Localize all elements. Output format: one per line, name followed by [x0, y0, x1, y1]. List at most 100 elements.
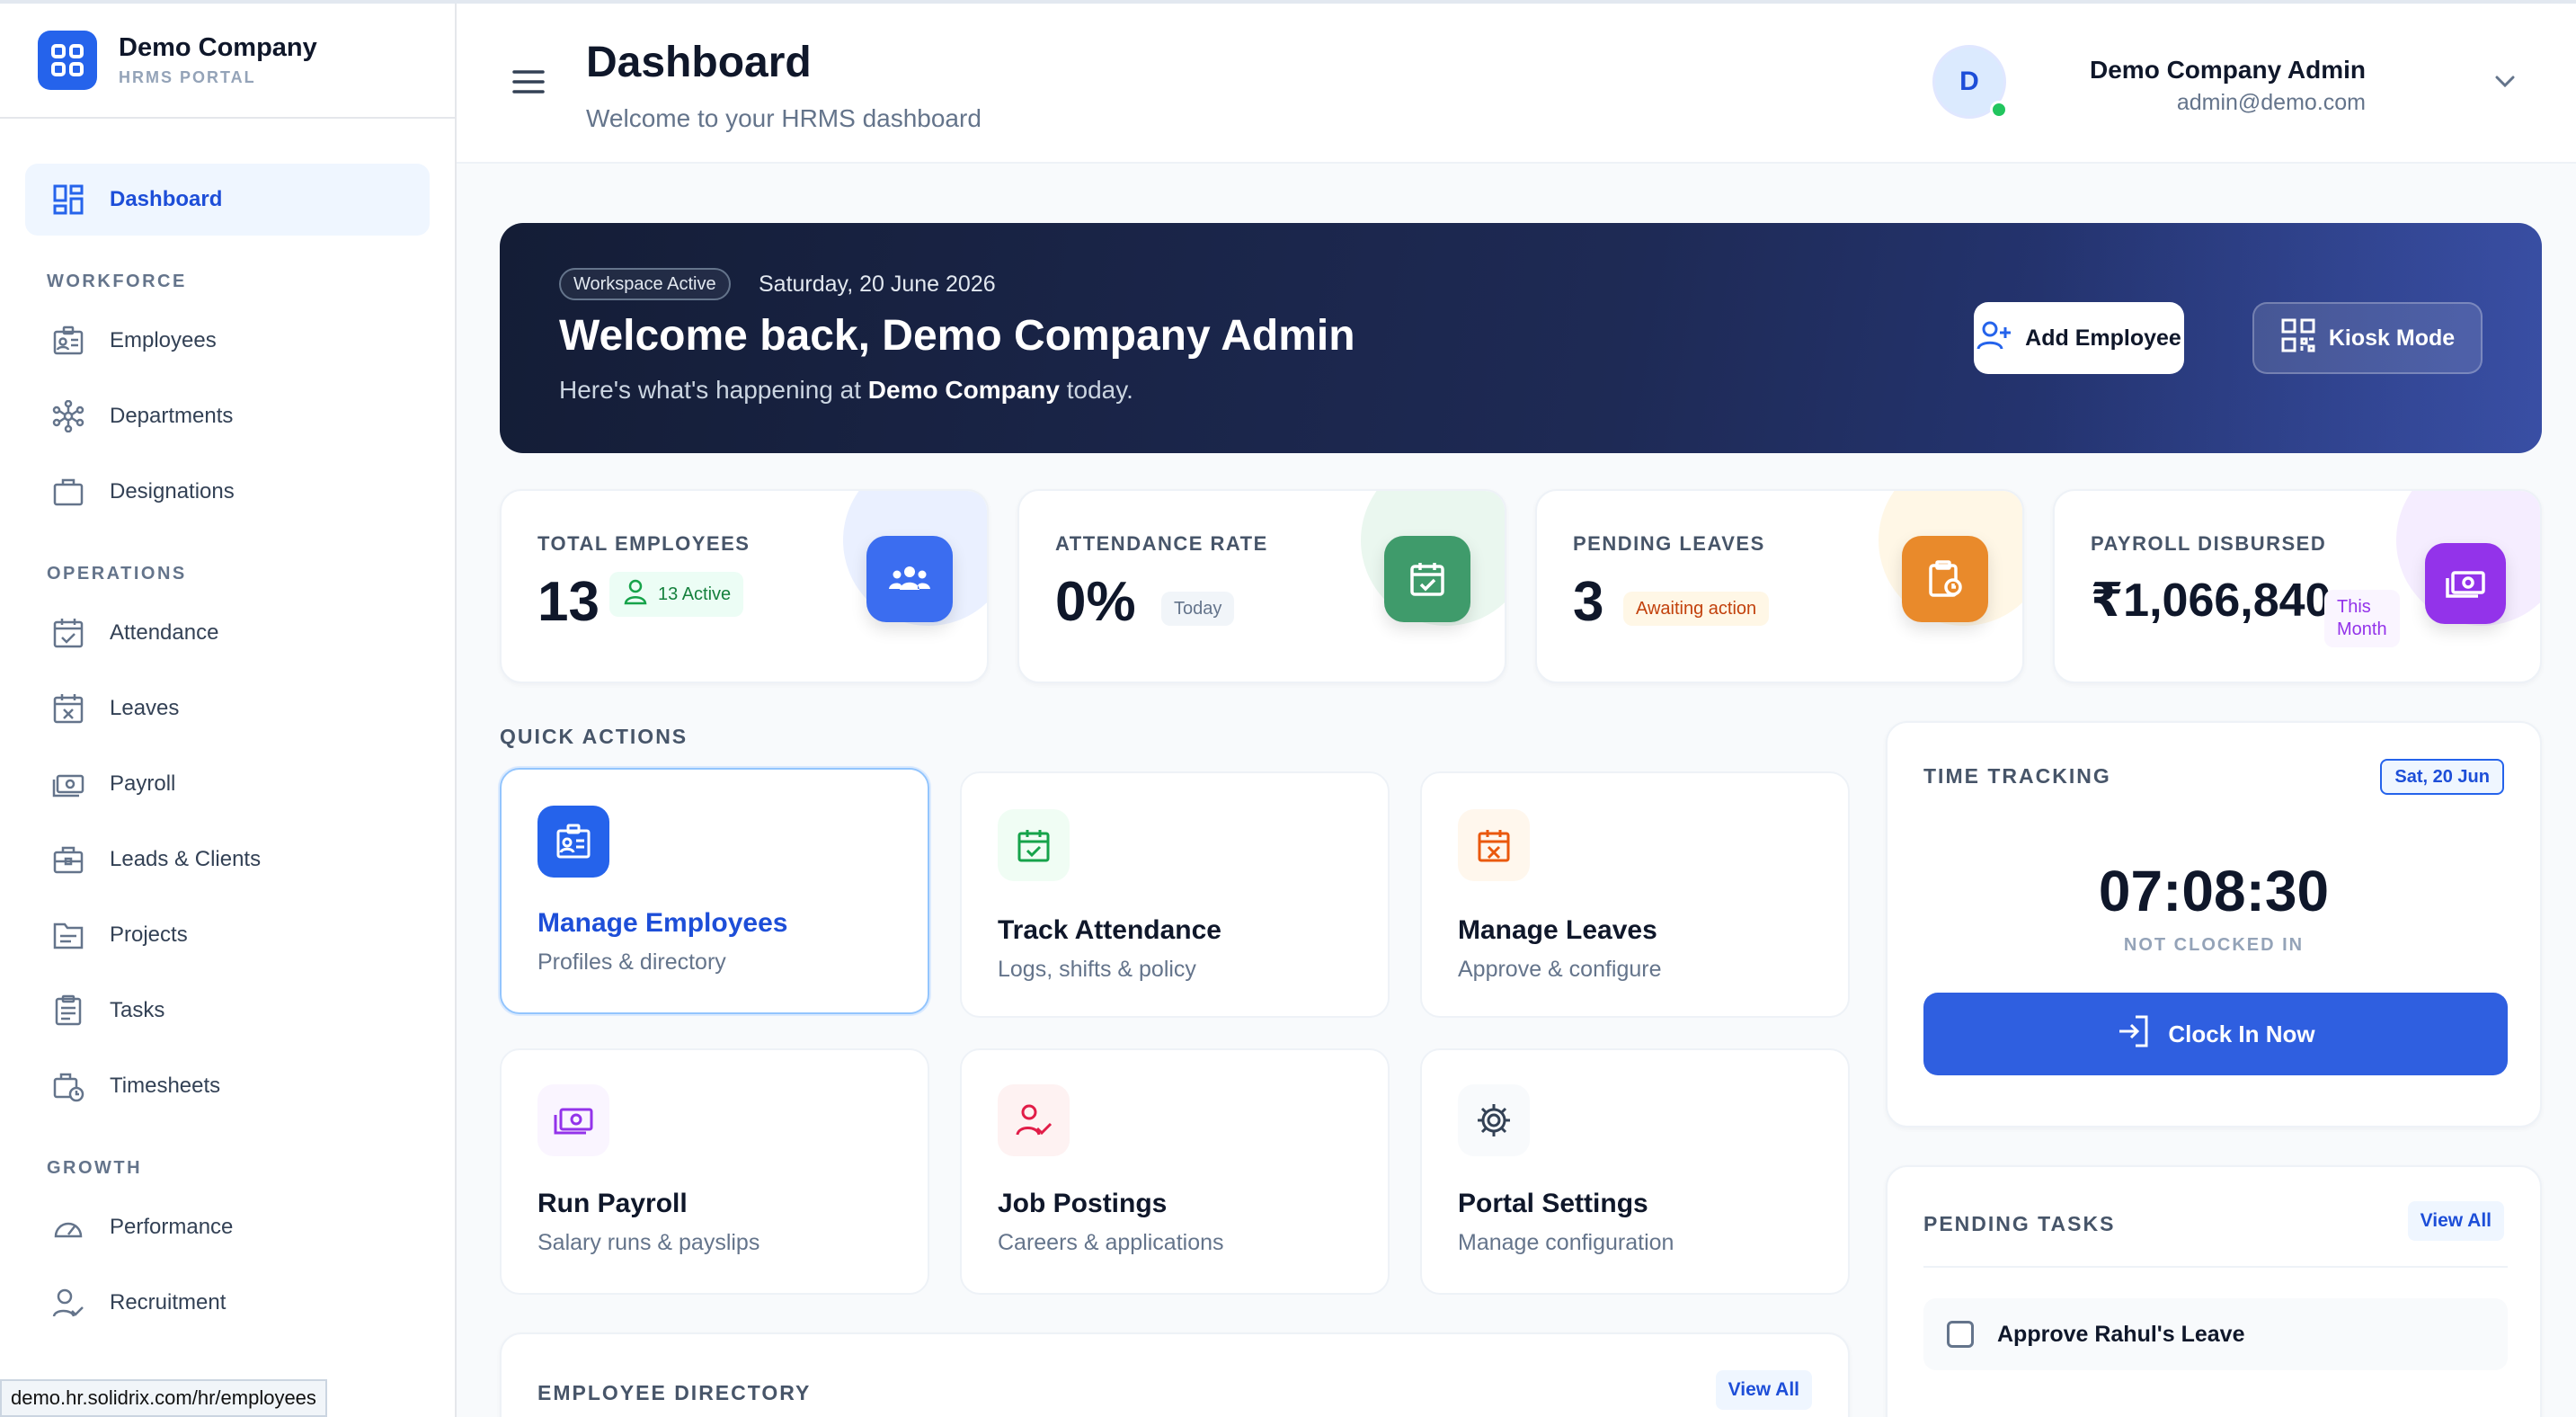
add-employee-button[interactable]: Add Employee — [1974, 302, 2184, 374]
time-tracking-card: TIME TRACKING Sat, 20 Jun 07:08:30 NOT C… — [1886, 721, 2542, 1127]
calendar-x-icon — [1458, 809, 1530, 881]
quick-action-title: Job Postings — [998, 1189, 1168, 1218]
brand-name: Demo Company — [119, 33, 317, 62]
sidebar-item-designations[interactable]: Designations — [25, 456, 430, 528]
quick-action-title: Manage Employees — [537, 908, 788, 938]
section-workforce: WORKFORCE — [47, 272, 187, 291]
directory-view-all-button[interactable]: View All — [1715, 1370, 1812, 1410]
stat-value: 13 — [537, 571, 600, 633]
stat-value: ₹1,066,840 — [2091, 575, 2332, 627]
online-status-dot — [1990, 101, 2008, 119]
banner-subtitle: Here's what's happening at Demo Company … — [559, 376, 1133, 404]
calendar-check-icon — [998, 809, 1070, 881]
stat-label: PENDING LEAVES — [1573, 532, 1765, 555]
sidebar-item-label: Leads & Clients — [110, 847, 262, 871]
menu-icon[interactable] — [511, 67, 546, 97]
sidebar-item-label: Tasks — [110, 998, 165, 1022]
calendar-check-icon — [1384, 536, 1470, 622]
calendar-x-icon — [50, 691, 86, 726]
sidebar-item-label: Payroll — [110, 771, 176, 796]
quick-action-run-payroll[interactable]: Run Payroll Salary runs & payslips — [500, 1048, 929, 1295]
sidebar-item-departments[interactable]: Departments — [25, 380, 430, 452]
sidebar-item-label: Designations — [110, 479, 235, 504]
chevron-down-icon[interactable] — [2492, 68, 2518, 95]
qr-code-icon — [2280, 317, 2316, 360]
section-operations: OPERATIONS — [47, 564, 187, 584]
pending-tasks-title: PENDING TASKS — [1923, 1212, 2116, 1235]
sidebar-item-attendance[interactable]: Attendance — [25, 597, 430, 669]
stat-value: 0% — [1055, 571, 1136, 633]
brand-subtitle: HRMS PORTAL — [119, 68, 256, 86]
quick-action-title: Run Payroll — [537, 1189, 688, 1218]
banner-title: Welcome back, Demo Company Admin — [559, 312, 1355, 360]
login-icon — [2116, 1013, 2152, 1056]
tasks-view-all-button[interactable]: View All — [2407, 1201, 2504, 1241]
top-header: Dashboard Welcome to your HRMS dashboard… — [457, 4, 2576, 164]
users-icon — [866, 536, 953, 622]
stat-card-payroll-disbursed[interactable]: PAYROLL DISBURSED ₹1,066,840 This Month — [2053, 489, 2542, 683]
quick-actions-title: QUICK ACTIONS — [500, 725, 688, 748]
task-checkbox[interactable] — [1947, 1321, 1974, 1348]
sidebar-item-timesheets[interactable]: Timesheets — [25, 1050, 430, 1122]
stat-chip: 13 Active — [609, 572, 744, 617]
user-check-icon — [50, 1285, 86, 1321]
network-icon — [50, 398, 86, 434]
stat-chip: This Month — [2324, 590, 2400, 647]
user-check-icon — [998, 1084, 1070, 1156]
sidebar-item-projects[interactable]: Projects — [25, 899, 430, 971]
quick-action-subtitle: Careers & applications — [998, 1230, 1224, 1255]
clock-display: 07:08:30 — [2098, 859, 2330, 923]
page-title: Dashboard — [586, 39, 812, 86]
sidebar-item-label: Attendance — [110, 620, 219, 645]
sidebar: Demo Company HRMS PORTAL Dashboard WORKF… — [0, 4, 457, 1417]
sidebar-item-payroll[interactable]: Payroll — [25, 748, 430, 820]
stat-chip: Awaiting action — [1623, 592, 1770, 626]
briefcase-icon — [50, 474, 86, 510]
task-item[interactable]: Approve Rahul's Leave — [1923, 1298, 2508, 1370]
user-name[interactable]: Demo Company Admin — [2090, 56, 2366, 85]
quick-action-subtitle: Manage configuration — [1458, 1230, 1674, 1255]
quick-action-job-postings[interactable]: Job Postings Careers & applications — [960, 1048, 1390, 1295]
quick-action-manage-leaves[interactable]: Manage Leaves Approve & configure — [1420, 771, 1850, 1018]
welcome-banner: Workspace Active Saturday, 20 June 2026 … — [500, 223, 2542, 453]
workspace-badge: Workspace Active — [559, 268, 731, 300]
sidebar-item-recruitment[interactable]: Recruitment — [25, 1267, 430, 1339]
stat-label: PAYROLL DISBURSED — [2091, 532, 2327, 555]
clock-in-button[interactable]: Clock In Now — [1923, 993, 2508, 1075]
sidebar-item-label: Departments — [110, 404, 234, 428]
quick-action-manage-employees[interactable]: Manage Employees Profiles & directory — [500, 768, 929, 1014]
sidebar-item-leads-clients[interactable]: Leads & Clients — [25, 824, 430, 896]
sidebar-item-label: Timesheets — [110, 1074, 221, 1098]
sidebar-nav: Dashboard WORKFORCE Employees Department… — [0, 119, 455, 1339]
quick-action-subtitle: Salary runs & payslips — [537, 1230, 760, 1255]
quick-action-portal-settings[interactable]: Portal Settings Manage configuration — [1420, 1048, 1850, 1295]
banner-company: Demo Company — [867, 376, 1060, 404]
sidebar-item-leaves[interactable]: Leaves — [25, 673, 430, 744]
user-icon — [622, 578, 649, 610]
sidebar-item-dashboard[interactable]: Dashboard — [25, 164, 430, 236]
quick-action-title: Portal Settings — [1458, 1189, 1648, 1218]
status-bar-url: demo.hr.solidrix.com/hr/employees — [0, 1379, 327, 1417]
briefcase-user-icon — [50, 842, 86, 878]
sidebar-item-performance[interactable]: Performance — [25, 1191, 430, 1263]
quick-action-subtitle: Logs, shifts & policy — [998, 957, 1196, 982]
gauge-icon — [50, 1209, 86, 1245]
stat-card-total-employees[interactable]: TOTAL EMPLOYEES 13 13 Active — [500, 489, 989, 683]
sidebar-item-employees[interactable]: Employees — [25, 305, 430, 377]
banner-date: Saturday, 20 June 2026 — [759, 272, 996, 297]
employee-directory-title: EMPLOYEE DIRECTORY — [537, 1381, 812, 1404]
kiosk-mode-button[interactable]: Kiosk Mode — [2252, 302, 2483, 374]
money-icon — [2425, 543, 2506, 624]
stat-card-pending-leaves[interactable]: PENDING LEAVES 3 Awaiting action — [1535, 489, 2024, 683]
sidebar-item-label: Employees — [110, 328, 217, 352]
quick-action-track-attendance[interactable]: Track Attendance Logs, shifts & policy — [960, 771, 1390, 1018]
sidebar-item-tasks[interactable]: Tasks — [25, 975, 430, 1047]
date-pill: Sat, 20 Jun — [2380, 759, 2504, 795]
stat-card-attendance-rate[interactable]: ATTENDANCE RATE 0% Today — [1017, 489, 1506, 683]
clipboard-list-icon — [50, 993, 86, 1029]
sidebar-item-label: Dashboard — [110, 187, 223, 211]
brand[interactable]: Demo Company HRMS PORTAL — [0, 4, 455, 119]
sidebar-item-label: Performance — [110, 1215, 234, 1239]
stat-chip: Today — [1161, 592, 1235, 626]
gear-icon — [1458, 1084, 1530, 1156]
